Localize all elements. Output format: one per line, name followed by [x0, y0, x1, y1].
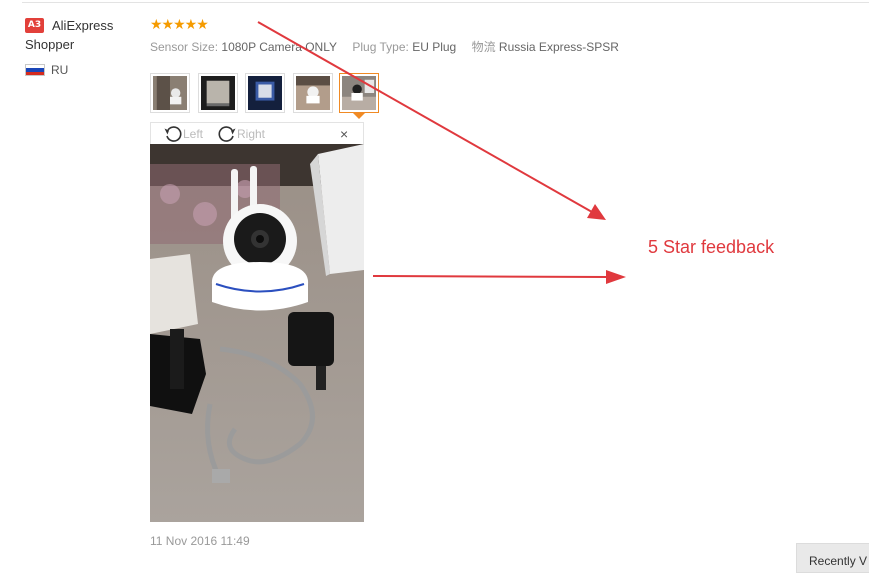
annotation-text: 5 Star feedback [648, 237, 775, 257]
annotation-arrows [257, 21, 626, 284]
recently-viewed-button[interactable]: Recently V [796, 543, 869, 573]
